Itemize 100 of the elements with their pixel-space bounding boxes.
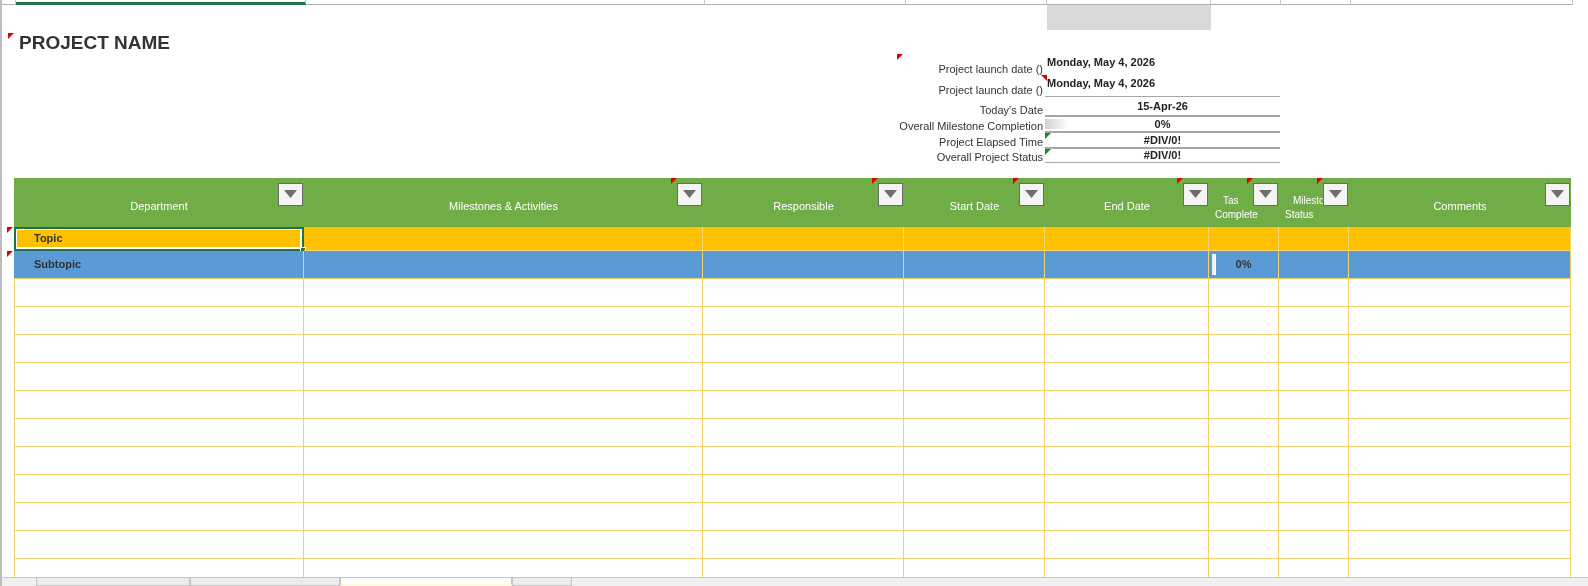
table-cell[interactable]	[1045, 278, 1209, 307]
table-cell[interactable]	[1349, 530, 1571, 559]
table-cell[interactable]	[304, 250, 703, 279]
table-cell[interactable]	[1045, 362, 1209, 391]
table-cell[interactable]	[304, 474, 703, 503]
table-cell[interactable]	[304, 226, 703, 251]
table-cell[interactable]	[1209, 390, 1279, 419]
table-cell[interactable]	[14, 502, 304, 531]
table-cell[interactable]	[703, 530, 904, 559]
table-cell[interactable]	[304, 306, 703, 335]
table-cell[interactable]	[1349, 334, 1571, 363]
table-cell[interactable]	[14, 306, 304, 335]
filter-button[interactable]	[677, 182, 702, 206]
table-cell[interactable]	[14, 334, 304, 363]
table-cell[interactable]	[904, 390, 1045, 419]
table-cell[interactable]	[1209, 502, 1279, 531]
table-cell[interactable]	[1279, 250, 1349, 279]
table-cell[interactable]	[1209, 530, 1279, 559]
table-cell[interactable]	[703, 226, 904, 251]
table-cell[interactable]	[703, 306, 904, 335]
table-cell[interactable]	[703, 250, 904, 279]
table-cell[interactable]	[1209, 306, 1279, 335]
table-cell[interactable]	[304, 334, 703, 363]
table-cell[interactable]	[1279, 362, 1349, 391]
table-cell[interactable]	[1209, 334, 1279, 363]
table-cell[interactable]	[304, 418, 703, 447]
table-cell[interactable]	[1349, 306, 1571, 335]
table-cell[interactable]	[1279, 418, 1349, 447]
table-cell[interactable]	[1349, 226, 1571, 251]
table-cell[interactable]	[703, 362, 904, 391]
table-cell[interactable]	[1209, 418, 1279, 447]
table-cell[interactable]	[904, 446, 1045, 475]
table-cell[interactable]	[1279, 446, 1349, 475]
table-cell[interactable]	[1279, 530, 1349, 559]
table-cell[interactable]	[14, 446, 304, 475]
table-cell[interactable]	[1349, 390, 1571, 419]
table-cell[interactable]	[904, 250, 1045, 279]
table-cell[interactable]	[14, 362, 304, 391]
table-cell[interactable]	[904, 278, 1045, 307]
table-cell[interactable]	[304, 362, 703, 391]
table-cell[interactable]	[1349, 250, 1571, 279]
table-cell[interactable]	[1209, 446, 1279, 475]
table-cell[interactable]	[1279, 390, 1349, 419]
table-cell[interactable]	[1349, 278, 1571, 307]
table-cell[interactable]	[904, 362, 1045, 391]
table-cell[interactable]	[703, 418, 904, 447]
table-cell[interactable]	[14, 278, 304, 307]
table-cell[interactable]	[14, 418, 304, 447]
table-cell[interactable]	[1349, 362, 1571, 391]
table-cell[interactable]	[1045, 334, 1209, 363]
table-cell[interactable]	[1209, 362, 1279, 391]
table-cell[interactable]	[1279, 278, 1349, 307]
table-cell[interactable]	[1279, 502, 1349, 531]
filter-button[interactable]	[1323, 182, 1348, 206]
table-cell[interactable]	[304, 390, 703, 419]
table-cell[interactable]	[1045, 226, 1209, 251]
sheet-tab[interactable]	[36, 578, 190, 586]
table-cell[interactable]	[1045, 250, 1209, 279]
table-cell[interactable]: Subtopic	[14, 250, 304, 279]
table-cell[interactable]	[703, 278, 904, 307]
table-cell[interactable]	[904, 418, 1045, 447]
table-cell[interactable]	[14, 390, 304, 419]
table-cell[interactable]	[904, 334, 1045, 363]
table-cell[interactable]	[1349, 418, 1571, 447]
filter-button[interactable]	[878, 182, 903, 206]
table-cell[interactable]	[304, 502, 703, 531]
filter-button[interactable]	[1253, 182, 1278, 206]
table-cell[interactable]	[1279, 334, 1349, 363]
table-cell[interactable]	[1349, 502, 1571, 531]
table-cell[interactable]: 0%	[1209, 250, 1279, 279]
filter-button[interactable]	[278, 182, 303, 206]
table-cell[interactable]	[1279, 306, 1349, 335]
table-cell[interactable]	[703, 334, 904, 363]
table-cell[interactable]	[1045, 418, 1209, 447]
table-cell[interactable]	[1045, 530, 1209, 559]
table-cell[interactable]	[1045, 502, 1209, 531]
table-cell[interactable]	[703, 390, 904, 419]
table-cell[interactable]	[1045, 474, 1209, 503]
table-cell[interactable]	[1045, 390, 1209, 419]
filter-button[interactable]	[1019, 182, 1044, 206]
filter-button[interactable]	[1183, 182, 1208, 206]
sheet-tab[interactable]	[512, 578, 572, 586]
table-cell[interactable]	[904, 306, 1045, 335]
table-cell[interactable]	[1209, 474, 1279, 503]
table-cell[interactable]	[703, 474, 904, 503]
table-cell[interactable]	[14, 530, 304, 559]
table-cell[interactable]	[703, 502, 904, 531]
table-cell[interactable]	[1209, 278, 1279, 307]
sheet-tab[interactable]	[340, 578, 512, 586]
table-cell[interactable]	[1045, 446, 1209, 475]
table-cell[interactable]	[904, 502, 1045, 531]
table-cell[interactable]	[1349, 474, 1571, 503]
table-cell[interactable]	[1349, 446, 1571, 475]
table-cell[interactable]	[304, 530, 703, 559]
table-cell[interactable]: Topic	[14, 226, 304, 251]
table-cell[interactable]	[703, 446, 904, 475]
table-cell[interactable]	[304, 446, 703, 475]
table-cell[interactable]	[904, 474, 1045, 503]
table-cell[interactable]	[1279, 474, 1349, 503]
table-cell[interactable]	[1279, 226, 1349, 251]
